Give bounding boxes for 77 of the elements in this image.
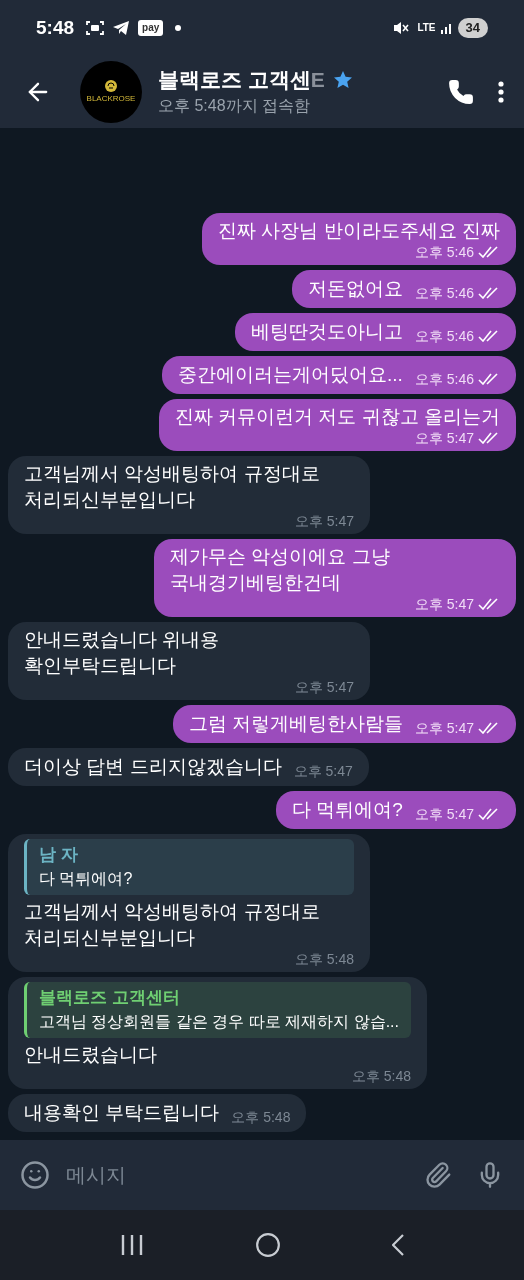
reply-text: 고객님 정상회원들 같은 경우 따로 제재하지 않습...	[39, 1012, 399, 1032]
reply-quote[interactable]: 블랙로즈 고객센터 고객님 정상회원들 같은 경우 따로 제재하지 않습...	[24, 982, 411, 1038]
contact-avatar[interactable]: BLACKROSE	[80, 61, 142, 123]
message-time: 오후 5:47	[294, 679, 354, 695]
message-text: 고객님께서 악성배팅하여 규정대로 처리되신부분입니다	[24, 462, 321, 512]
message-bubble[interactable]: 저돈없어요 오후 5:46	[291, 270, 516, 308]
recent-apps-button[interactable]	[119, 1234, 144, 1256]
attach-button[interactable]	[424, 1161, 452, 1189]
last-seen-status: 오후 5:48까지 접속함	[158, 97, 311, 114]
mute-icon	[393, 21, 410, 35]
more-icon	[498, 81, 504, 103]
message-bubble[interactable]: 제가무슨 악성이에요 그냥 국내경기베팅한건데 오후 5:47	[154, 539, 516, 617]
smile-icon	[20, 1160, 50, 1190]
message-text: 더이상 답변 드리지않겠습니다	[24, 756, 282, 777]
status-time: 5:48	[36, 15, 75, 40]
message-time: 오후 5:47	[414, 806, 474, 822]
message-text: 중간에이러는게어딨어요...	[178, 364, 403, 385]
recent-apps-icon	[119, 1234, 144, 1256]
composer-bar[interactable]: 메시지	[0, 1140, 524, 1210]
home-button[interactable]	[255, 1232, 281, 1258]
reply-quote[interactable]: 남 자 다 먹튀에여?	[24, 839, 354, 895]
avatar-label: BLACKROSE	[86, 93, 136, 105]
message-time: 오후 5:46	[414, 244, 474, 260]
message-bubble[interactable]: 고객님께서 악성배팅하여 규정대로 처리되신부분입니다 오후 5:47	[8, 456, 370, 534]
message-bubble[interactable]: 안내드렸습니다 위내용 확인부탁드립니다 오후 5:47	[8, 622, 370, 700]
message-bubble[interactable]: 베팅딴것도아니고 오후 5:46	[234, 313, 516, 351]
reply-author: 남 자	[39, 844, 79, 866]
nav-back-button[interactable]	[392, 1234, 405, 1256]
message-time: 오후 5:48	[294, 951, 354, 967]
message-text: 베팅딴것도아니고	[250, 321, 403, 342]
phone-icon	[448, 79, 474, 105]
message-time: 오후 5:47	[414, 720, 474, 736]
signal-icon	[439, 21, 454, 35]
message-bubble[interactable]: 블랙로즈 고객센터 고객님 정상회원들 같은 경우 따로 제재하지 않습... 안내드렸습니다 오후 5:48	[8, 977, 427, 1089]
screenshot-icon	[86, 20, 105, 36]
message-text: 고객님께서 악성배팅하여 규정대로 처리되신부분입니다	[24, 900, 321, 950]
message-time: 오후 5:48	[351, 1068, 411, 1084]
message-time: 오후 5:47	[294, 513, 354, 529]
message-time: 오후 5:47	[293, 763, 353, 779]
message-bubble[interactable]: 중간에이러는게어딨어요... 오후 5:46	[162, 356, 516, 394]
battery-level: 34	[457, 18, 488, 38]
message-bubble[interactable]: 더이상 답변 드리지않겠습니다 오후 5:47	[8, 748, 369, 786]
message-text: 저돈없어요	[307, 278, 403, 299]
message-text: 내용확인 부탁드립니다	[24, 1102, 220, 1123]
message-bubble[interactable]: 진짜 사장님 반이라도주세요 진짜 오후 5:46	[202, 213, 516, 265]
message-time: 오후 5:48	[231, 1109, 291, 1125]
call-button[interactable]	[448, 79, 474, 105]
message-time: 오후 5:47	[414, 430, 474, 446]
emoji-button[interactable]	[20, 1160, 50, 1190]
message-time: 오후 5:46	[414, 285, 474, 301]
circle-icon	[255, 1232, 281, 1258]
reply-text: 다 먹튀에여?	[39, 869, 134, 889]
star-icon	[332, 70, 353, 90]
message-bubble[interactable]: 다 먹튀에여? 오후 5:47	[276, 791, 516, 829]
message-text: 안내드렸습니다	[24, 1043, 158, 1067]
message-text: 다 먹튀에여?	[292, 799, 403, 820]
network-label: LTE	[417, 22, 436, 34]
message-bubble[interactable]: 남 자 다 먹튀에여? 고객님께서 악성배팅하여 규정대로 처리되신부분입니다 오후 5:48	[8, 834, 370, 972]
message-text: 진짜 사장님 반이라도주세요 진짜	[218, 219, 500, 243]
message-bubble[interactable]: 내용확인 부탁드립니다 오후 5:48	[8, 1094, 307, 1132]
paper-plane-icon	[112, 20, 131, 36]
message-bubble[interactable]: 그럼 저렇게베팅한사람들 오후 5:47	[172, 705, 516, 743]
chat-title[interactable]: 블랙로즈 고객센E	[158, 66, 325, 94]
message-text: 제가무슨 악성이에요 그냥 국내경기베팅한건데	[170, 545, 391, 595]
message-time: 오후 5:47	[414, 596, 474, 612]
message-bubble[interactable]: 진짜 커뮤이런거 저도 귀찮고 올리는거 오후 5:47	[158, 399, 516, 451]
reply-author: 블랙로즈 고객센터	[39, 987, 181, 1009]
chevron-left-icon	[392, 1234, 405, 1256]
menu-button[interactable]	[498, 81, 504, 103]
message-text: 진짜 커뮤이런거 저도 귀찮고 올리는거	[174, 405, 500, 429]
message-input[interactable]: 메시지	[66, 1160, 424, 1190]
pay-badge: pay	[138, 20, 164, 36]
message-time: 오후 5:46	[414, 328, 474, 344]
message-time: 오후 5:46	[414, 371, 474, 387]
message-text: 안내드렸습니다 위내용 확인부탁드립니다	[24, 628, 221, 678]
paperclip-icon	[424, 1161, 452, 1189]
message-text: 그럼 저렇게베팅한사람들	[188, 713, 403, 734]
